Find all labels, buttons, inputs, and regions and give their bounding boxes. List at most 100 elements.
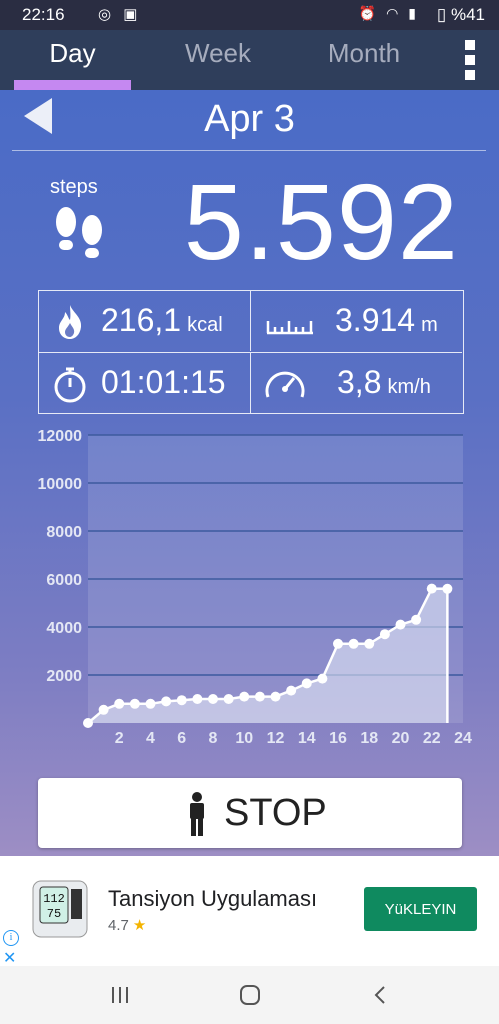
stats-grid: 216,1 kcal 3.914 m 01:01:15 3,8 km/h [38,290,464,414]
distance-value: 3.914 [335,302,416,338]
x-tick-label: 4 [146,730,155,747]
battery-icon: ▯ [436,5,447,24]
x-tick-label: 12 [267,730,285,747]
vine-icon: ▣ [123,6,142,23]
main-panel: Apr 3 steps 5.592 216,1 kcal 3.914 m 01:… [0,90,499,856]
ad-install-button[interactable]: YüKLEYIN [364,887,477,931]
y-tick-label: 12000 [38,428,83,445]
y-tick-label: 4000 [46,620,82,637]
x-tick-label: 18 [360,730,378,747]
x-tick-label: 22 [423,730,441,747]
data-point [145,698,156,709]
speedometer-icon [265,371,305,398]
data-point [114,698,125,709]
data-point [161,696,172,707]
active-tab-indicator [14,80,131,90]
ad-banner[interactable]: 112 75 Tansiyon Uygulaması 4.7 ★ YüKLEYIN… [0,856,499,968]
steps-label: steps [50,176,98,198]
data-point [223,694,234,704]
data-point [395,619,406,630]
distance-unit: m [421,314,438,336]
data-point [411,614,422,625]
y-tick-label: 10000 [38,476,83,493]
x-tick-label: 6 [177,730,186,747]
data-point [98,704,109,715]
data-point [317,673,328,684]
y-tick-label: 2000 [46,668,82,685]
calories-value: 216,1 [101,302,182,338]
data-point [208,694,218,704]
stop-button[interactable]: STOP [38,778,462,848]
system-nav-bar [0,966,499,1024]
battery-text: ▯ %41 [437,5,485,25]
data-point [270,691,281,702]
blood-pressure-app-icon: 112 75 [32,880,88,938]
battery-percent: %41 [450,5,485,24]
duration-value: 01:01:15 [101,364,226,400]
ad-rating: 4.7 ★ [108,916,146,934]
flame-icon [59,305,82,339]
footprints-icon [56,207,102,258]
speed-value: 3,8 [337,364,382,400]
ad-close-icon[interactable]: ✕ [3,948,16,968]
steps-chart: 200040006000800010000120002 4 6 8 10 12 14 16 18… [38,428,473,747]
ad-info-icon[interactable]: i [3,930,19,946]
x-tick-label: 24 [454,730,472,747]
ad-title: Tansiyon Uygulaması [108,886,318,911]
overflow-menu-icon[interactable] [465,40,477,80]
x-tick-label: 8 [209,730,218,747]
tab-week[interactable]: Week [155,38,281,82]
data-point [192,694,203,704]
stopwatch-icon [54,367,86,403]
stop-label: STOP [224,792,327,834]
ad-icon-reading-2: 75 [47,907,61,921]
data-point [348,638,359,649]
y-tick-label: 6000 [46,572,82,589]
whatsapp-icon: ◎ [98,6,116,23]
duration-stat: 01:01:15 [39,352,250,413]
data-point [364,638,375,649]
home-icon[interactable] [230,980,270,1010]
speed-stat: 3,8 km/h [250,352,462,413]
data-point [286,685,297,696]
system-icons: ⏰ ◠ ▮ [359,5,419,22]
signal-icon: ▮ [408,5,419,21]
data-point [426,583,437,594]
wifi-icon: ◠ [386,5,402,21]
notification-icons: ◎ ▣ [98,5,141,23]
status-time: 22:16 [22,5,65,24]
steps-count: 5.592 [183,161,459,282]
tab-day[interactable]: Day [14,38,131,82]
divider [12,150,486,151]
date-title: Apr 3 [204,98,295,140]
data-point [379,629,390,640]
alarm-icon: ⏰ [358,5,380,21]
calories-stat: 216,1 kcal [39,291,250,351]
recent-apps-icon[interactable] [100,980,140,1010]
x-tick-label: 2 [115,730,124,747]
x-tick-label: 20 [392,730,410,747]
distance-stat: 3.914 m [250,291,462,351]
x-tick-label: 10 [235,730,253,747]
data-point [176,695,187,706]
ad-icon-reading-1: 112 [43,892,65,906]
data-point [333,638,343,649]
data-point [442,583,453,594]
data-point [129,698,140,709]
status-bar: 22:16 ◎ ▣ ⏰ ◠ ▮ ▯ %41 [0,0,499,30]
calories-unit: kcal [187,314,223,336]
tab-month[interactable]: Month [300,38,428,82]
data-point [254,691,265,702]
ad-rating-value: 4.7 [108,917,129,934]
back-icon[interactable] [360,980,400,1010]
data-point [301,678,312,689]
person-icon [190,792,204,836]
speed-unit: km/h [387,376,431,398]
ruler-icon [266,321,313,335]
tab-bar: Day Week Month [0,30,499,90]
y-tick-label: 8000 [46,524,82,541]
star-icon: ★ [132,917,147,934]
x-tick-label: 16 [329,730,347,747]
data-point [239,691,250,702]
data-point [83,718,93,728]
